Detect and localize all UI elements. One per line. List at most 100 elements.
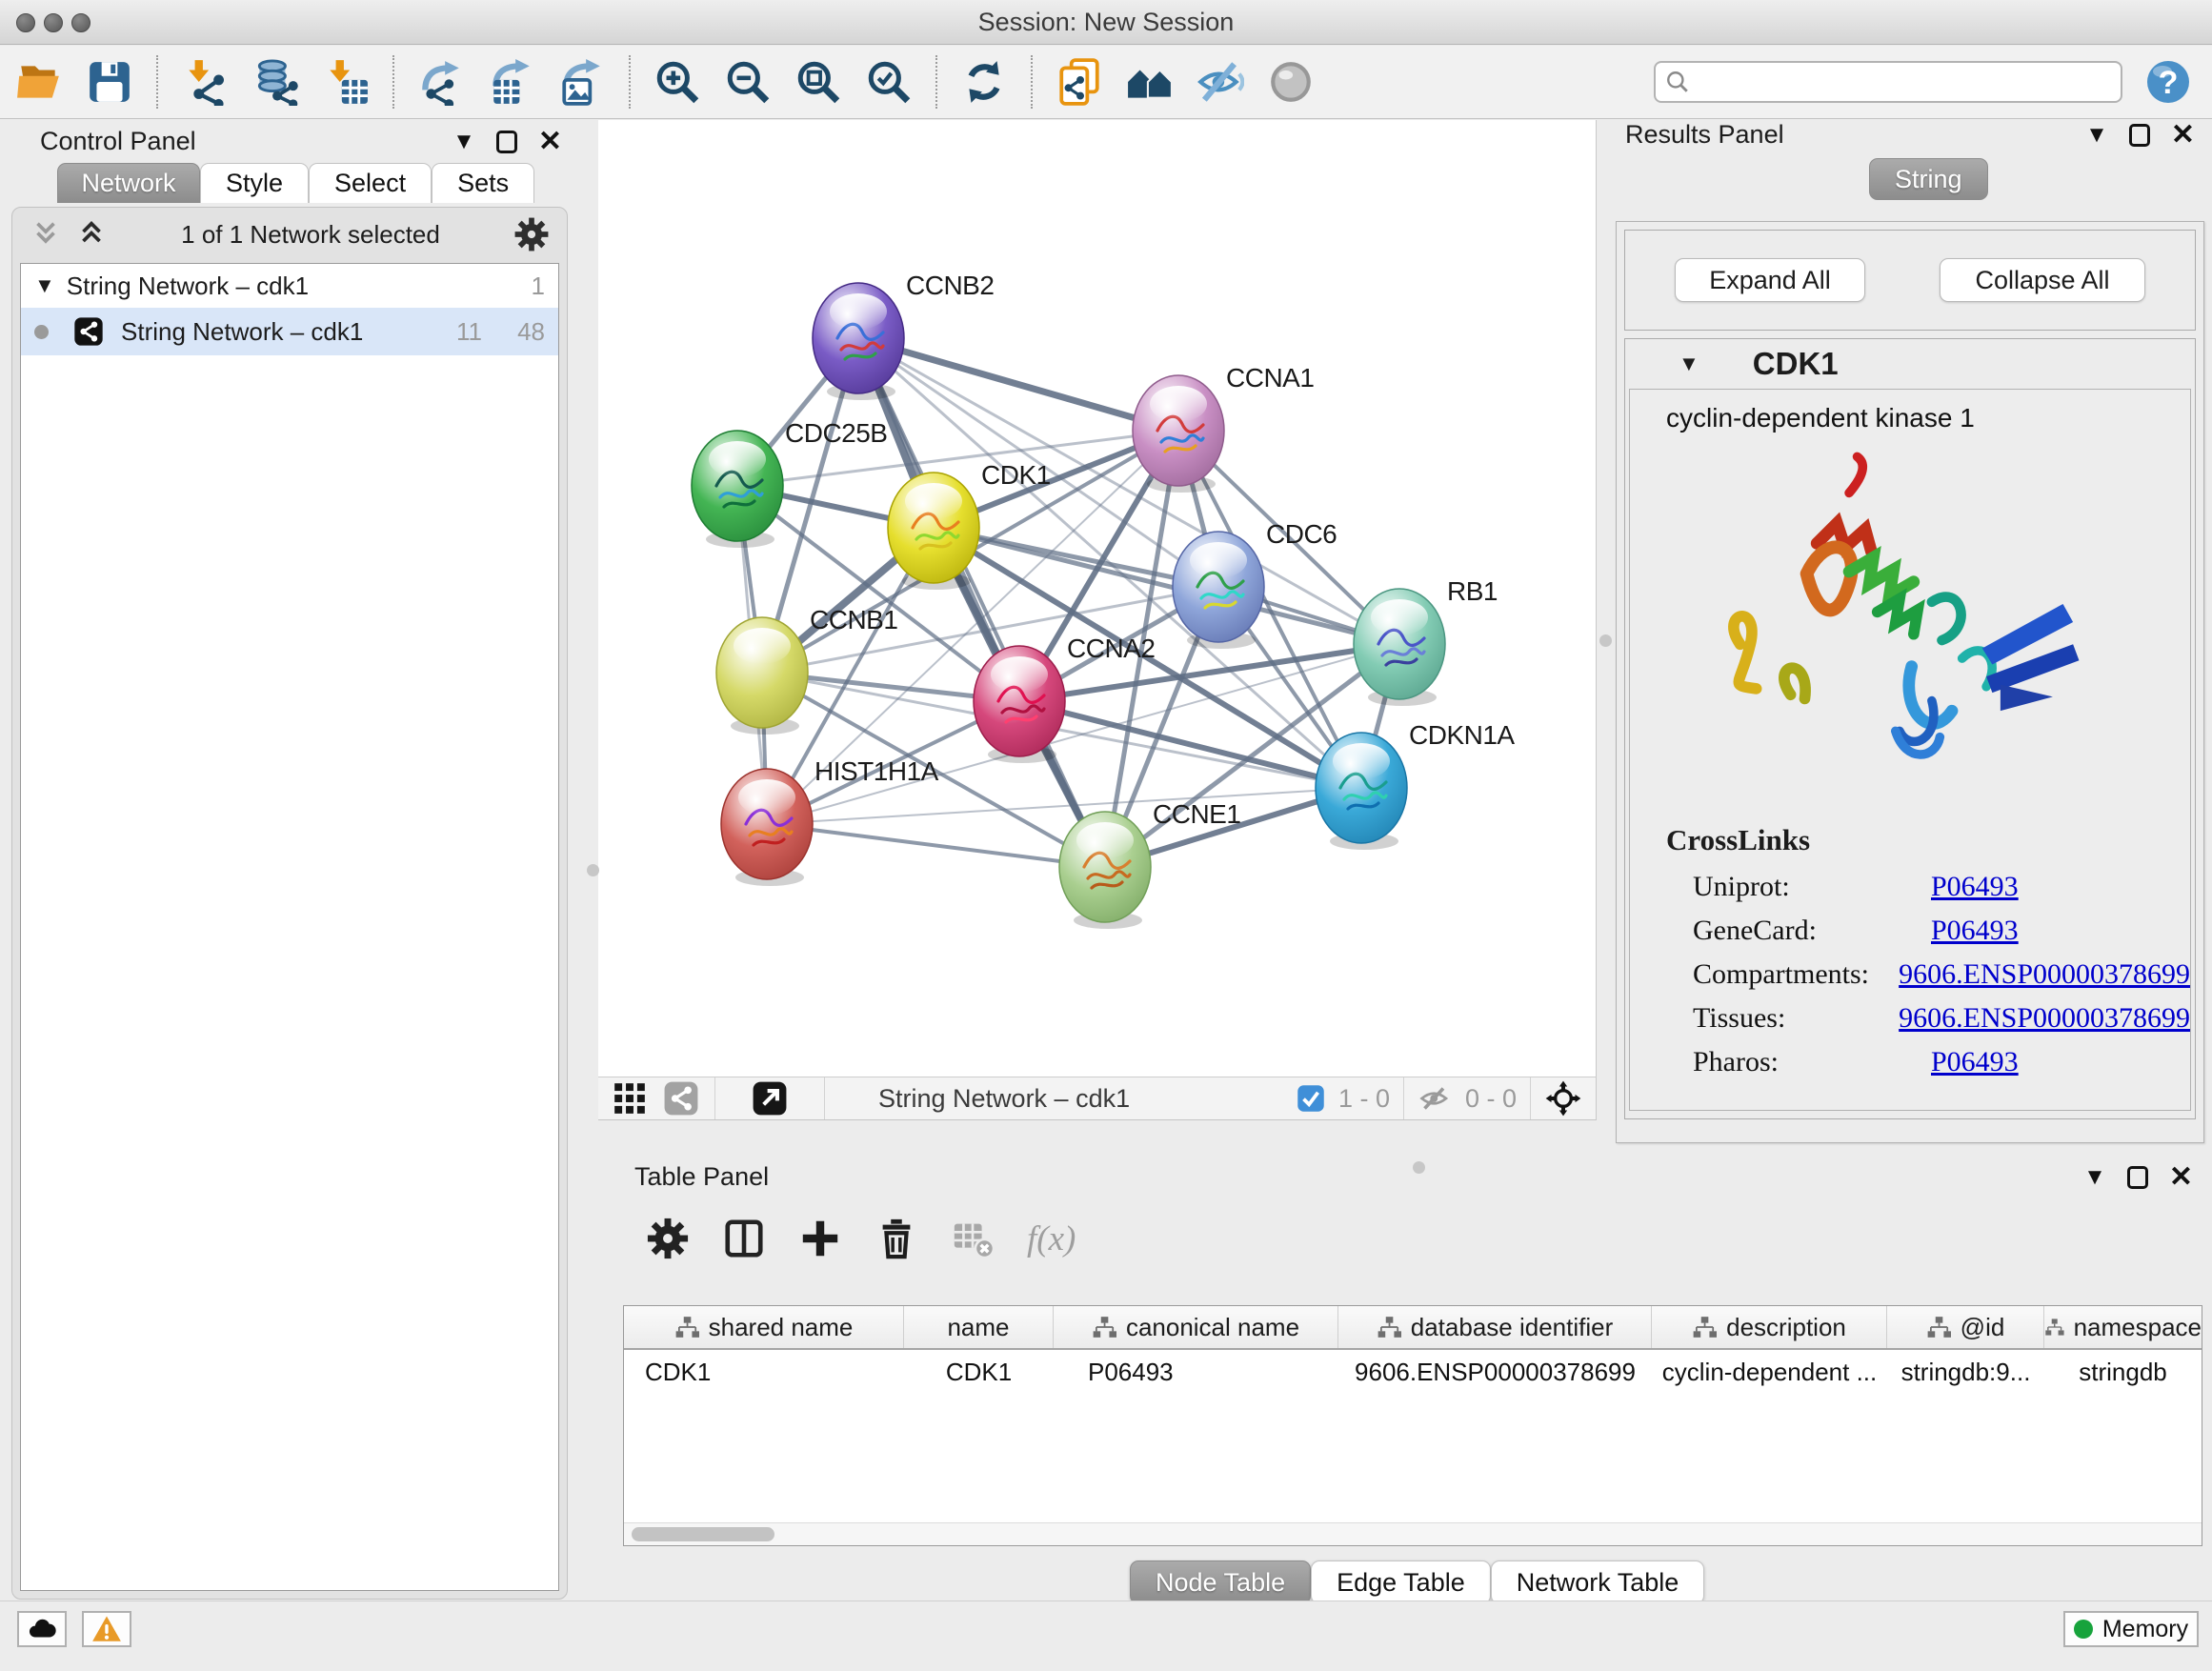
memory-button[interactable]: Memory xyxy=(2063,1611,2199,1647)
hidden-eye-icon[interactable] xyxy=(1418,1081,1452,1116)
help-icon[interactable]: ? xyxy=(2145,59,2191,105)
panel-undock-icon[interactable]: ▼ xyxy=(2085,124,2108,147)
panel-close-icon[interactable]: ✕ xyxy=(2171,121,2195,150)
search-input[interactable] xyxy=(1698,69,2111,95)
tab-edge-table[interactable]: Edge Table xyxy=(1311,1560,1491,1604)
gene-disclosure-icon[interactable]: ▼ xyxy=(1679,352,1699,376)
network-label: String Network – cdk1 xyxy=(121,317,419,347)
cell-canonical-name: P06493 xyxy=(1054,1350,1338,1394)
zoom-selected-icon[interactable] xyxy=(865,58,913,106)
zoom-in-icon[interactable] xyxy=(654,58,701,106)
inactive-eye-icon[interactable] xyxy=(1267,58,1315,106)
crosslink-link[interactable]: P06493 xyxy=(1931,1046,2019,1078)
crosslink-link[interactable]: P06493 xyxy=(1931,871,2019,903)
export-table-icon[interactable] xyxy=(488,58,535,106)
panel-float-icon[interactable] xyxy=(496,131,517,153)
network-view-title: String Network – cdk1 xyxy=(878,1084,1130,1114)
birds-eye-view-icon[interactable] xyxy=(752,1080,788,1117)
gear-icon[interactable] xyxy=(513,216,550,252)
collapse-all-icon[interactable] xyxy=(30,218,62,251)
network-tree: ▼ String Network – cdk1 1 String Network… xyxy=(20,263,559,1591)
panel-close-icon[interactable]: ✕ xyxy=(538,128,562,156)
expand-all-icon[interactable] xyxy=(75,218,108,251)
network-view-canvas[interactable]: CCNB2CCNA1CDC25BCDK1CDC6RB1CCNB1CCNA2CDK… xyxy=(598,120,1597,1077)
collapse-all-button[interactable]: Collapse All xyxy=(1940,258,2145,302)
window-zoom-button[interactable] xyxy=(71,13,90,32)
column-header[interactable]: shared name xyxy=(624,1306,904,1348)
crosslink-link[interactable]: 9606.ENSP00000378699 xyxy=(1899,958,2190,991)
node-table[interactable]: shared name name canonical name database… xyxy=(623,1305,2202,1546)
panel-float-icon[interactable] xyxy=(2127,1166,2148,1189)
panel-undock-icon[interactable]: ▼ xyxy=(2083,1166,2106,1189)
tab-network-table[interactable]: Network Table xyxy=(1491,1560,1705,1604)
crosslink-link[interactable]: 9606.ENSP00000378699 xyxy=(1899,1002,2190,1035)
selected-count: 1 - 0 xyxy=(1338,1084,1390,1114)
tab-style[interactable]: Style xyxy=(200,163,309,203)
selected-checkbox-icon[interactable] xyxy=(1297,1084,1325,1113)
tab-sets[interactable]: Sets xyxy=(432,163,534,203)
tab-select[interactable]: Select xyxy=(309,163,432,203)
cell-namespace: stringdb xyxy=(2044,1350,2202,1394)
svg-text:CDK1: CDK1 xyxy=(981,460,1051,490)
table-options-gear-icon[interactable] xyxy=(646,1217,690,1260)
panel-float-icon[interactable] xyxy=(2129,124,2150,147)
cloud-button[interactable] xyxy=(17,1611,67,1647)
delete-column-trash-icon[interactable] xyxy=(875,1217,918,1260)
crosslink-link[interactable]: P06493 xyxy=(1931,915,2019,947)
hide-graphics-details-icon[interactable] xyxy=(1196,58,1244,106)
open-file-icon[interactable] xyxy=(15,58,63,106)
title-bar: Session: New Session xyxy=(0,0,2212,45)
column-header[interactable]: canonical name xyxy=(1054,1306,1338,1348)
home-icon[interactable] xyxy=(1126,58,1174,106)
column-header[interactable]: @id xyxy=(1887,1306,2044,1348)
panel-close-icon[interactable]: ✕ xyxy=(2169,1163,2193,1192)
expand-all-button[interactable]: Expand All xyxy=(1675,258,1865,302)
network-row[interactable]: String Network – cdk1 11 48 xyxy=(21,308,558,355)
document-share-icon[interactable] xyxy=(1056,58,1103,106)
column-header[interactable]: namespace xyxy=(2044,1306,2202,1348)
scrollbar-thumb[interactable] xyxy=(632,1527,774,1541)
collection-disclosure-icon[interactable]: ▼ xyxy=(34,273,55,298)
show-columns-icon[interactable] xyxy=(722,1217,766,1260)
window-minimize-button[interactable] xyxy=(44,13,63,32)
svg-text:?: ? xyxy=(2159,65,2179,101)
toolbar-separator xyxy=(824,1077,825,1119)
toolbar-separator xyxy=(1403,1077,1404,1119)
tab-node-table[interactable]: Node Table xyxy=(1130,1560,1311,1604)
status-bar: Memory xyxy=(0,1601,2212,1671)
column-header[interactable]: name xyxy=(904,1306,1054,1348)
horizontal-splitter-handle[interactable] xyxy=(1413,1161,1425,1174)
left-splitter-handle[interactable] xyxy=(587,864,599,876)
right-splitter-handle[interactable] xyxy=(1599,634,1612,647)
window-close-button[interactable] xyxy=(16,13,35,32)
create-column-plus-icon[interactable] xyxy=(798,1217,842,1260)
column-namespace-icon xyxy=(1092,1315,1116,1339)
network-edge-count: 48 xyxy=(493,317,545,347)
protein-structure-image xyxy=(1695,451,2104,794)
refresh-icon[interactable] xyxy=(960,58,1008,106)
column-header[interactable]: database identifier xyxy=(1338,1306,1652,1348)
import-table-icon[interactable] xyxy=(322,58,370,106)
network-collection-row[interactable]: ▼ String Network – cdk1 1 xyxy=(21,264,558,308)
horizontal-scrollbar[interactable] xyxy=(624,1522,2202,1545)
network-node-CDC6: CDC6 xyxy=(1173,519,1337,649)
tab-string[interactable]: String xyxy=(1869,158,1988,200)
import-network-database-icon[interactable] xyxy=(251,58,299,106)
import-network-icon[interactable] xyxy=(181,58,229,106)
network-view-share-icon[interactable] xyxy=(663,1080,699,1117)
export-network-icon[interactable] xyxy=(417,58,465,106)
zoom-out-icon[interactable] xyxy=(724,58,772,106)
zoom-fit-icon[interactable] xyxy=(794,58,842,106)
column-header[interactable]: description xyxy=(1652,1306,1887,1348)
grid-view-icon[interactable] xyxy=(612,1080,648,1117)
warning-button[interactable] xyxy=(82,1611,131,1647)
save-session-icon[interactable] xyxy=(86,58,133,106)
search-box[interactable] xyxy=(1654,61,2122,103)
tab-network[interactable]: Network xyxy=(57,163,200,203)
svg-text:CDKN1A: CDKN1A xyxy=(1409,720,1515,750)
fit-selected-crosshair-icon[interactable] xyxy=(1544,1079,1582,1117)
table-row[interactable]: CDK1 CDK1 P06493 9606.ENSP00000378699 cy… xyxy=(624,1350,2202,1394)
network-node-CDK1: CDK1 xyxy=(888,460,1051,590)
panel-undock-icon[interactable]: ▼ xyxy=(452,131,475,153)
export-image-icon[interactable] xyxy=(558,58,606,106)
